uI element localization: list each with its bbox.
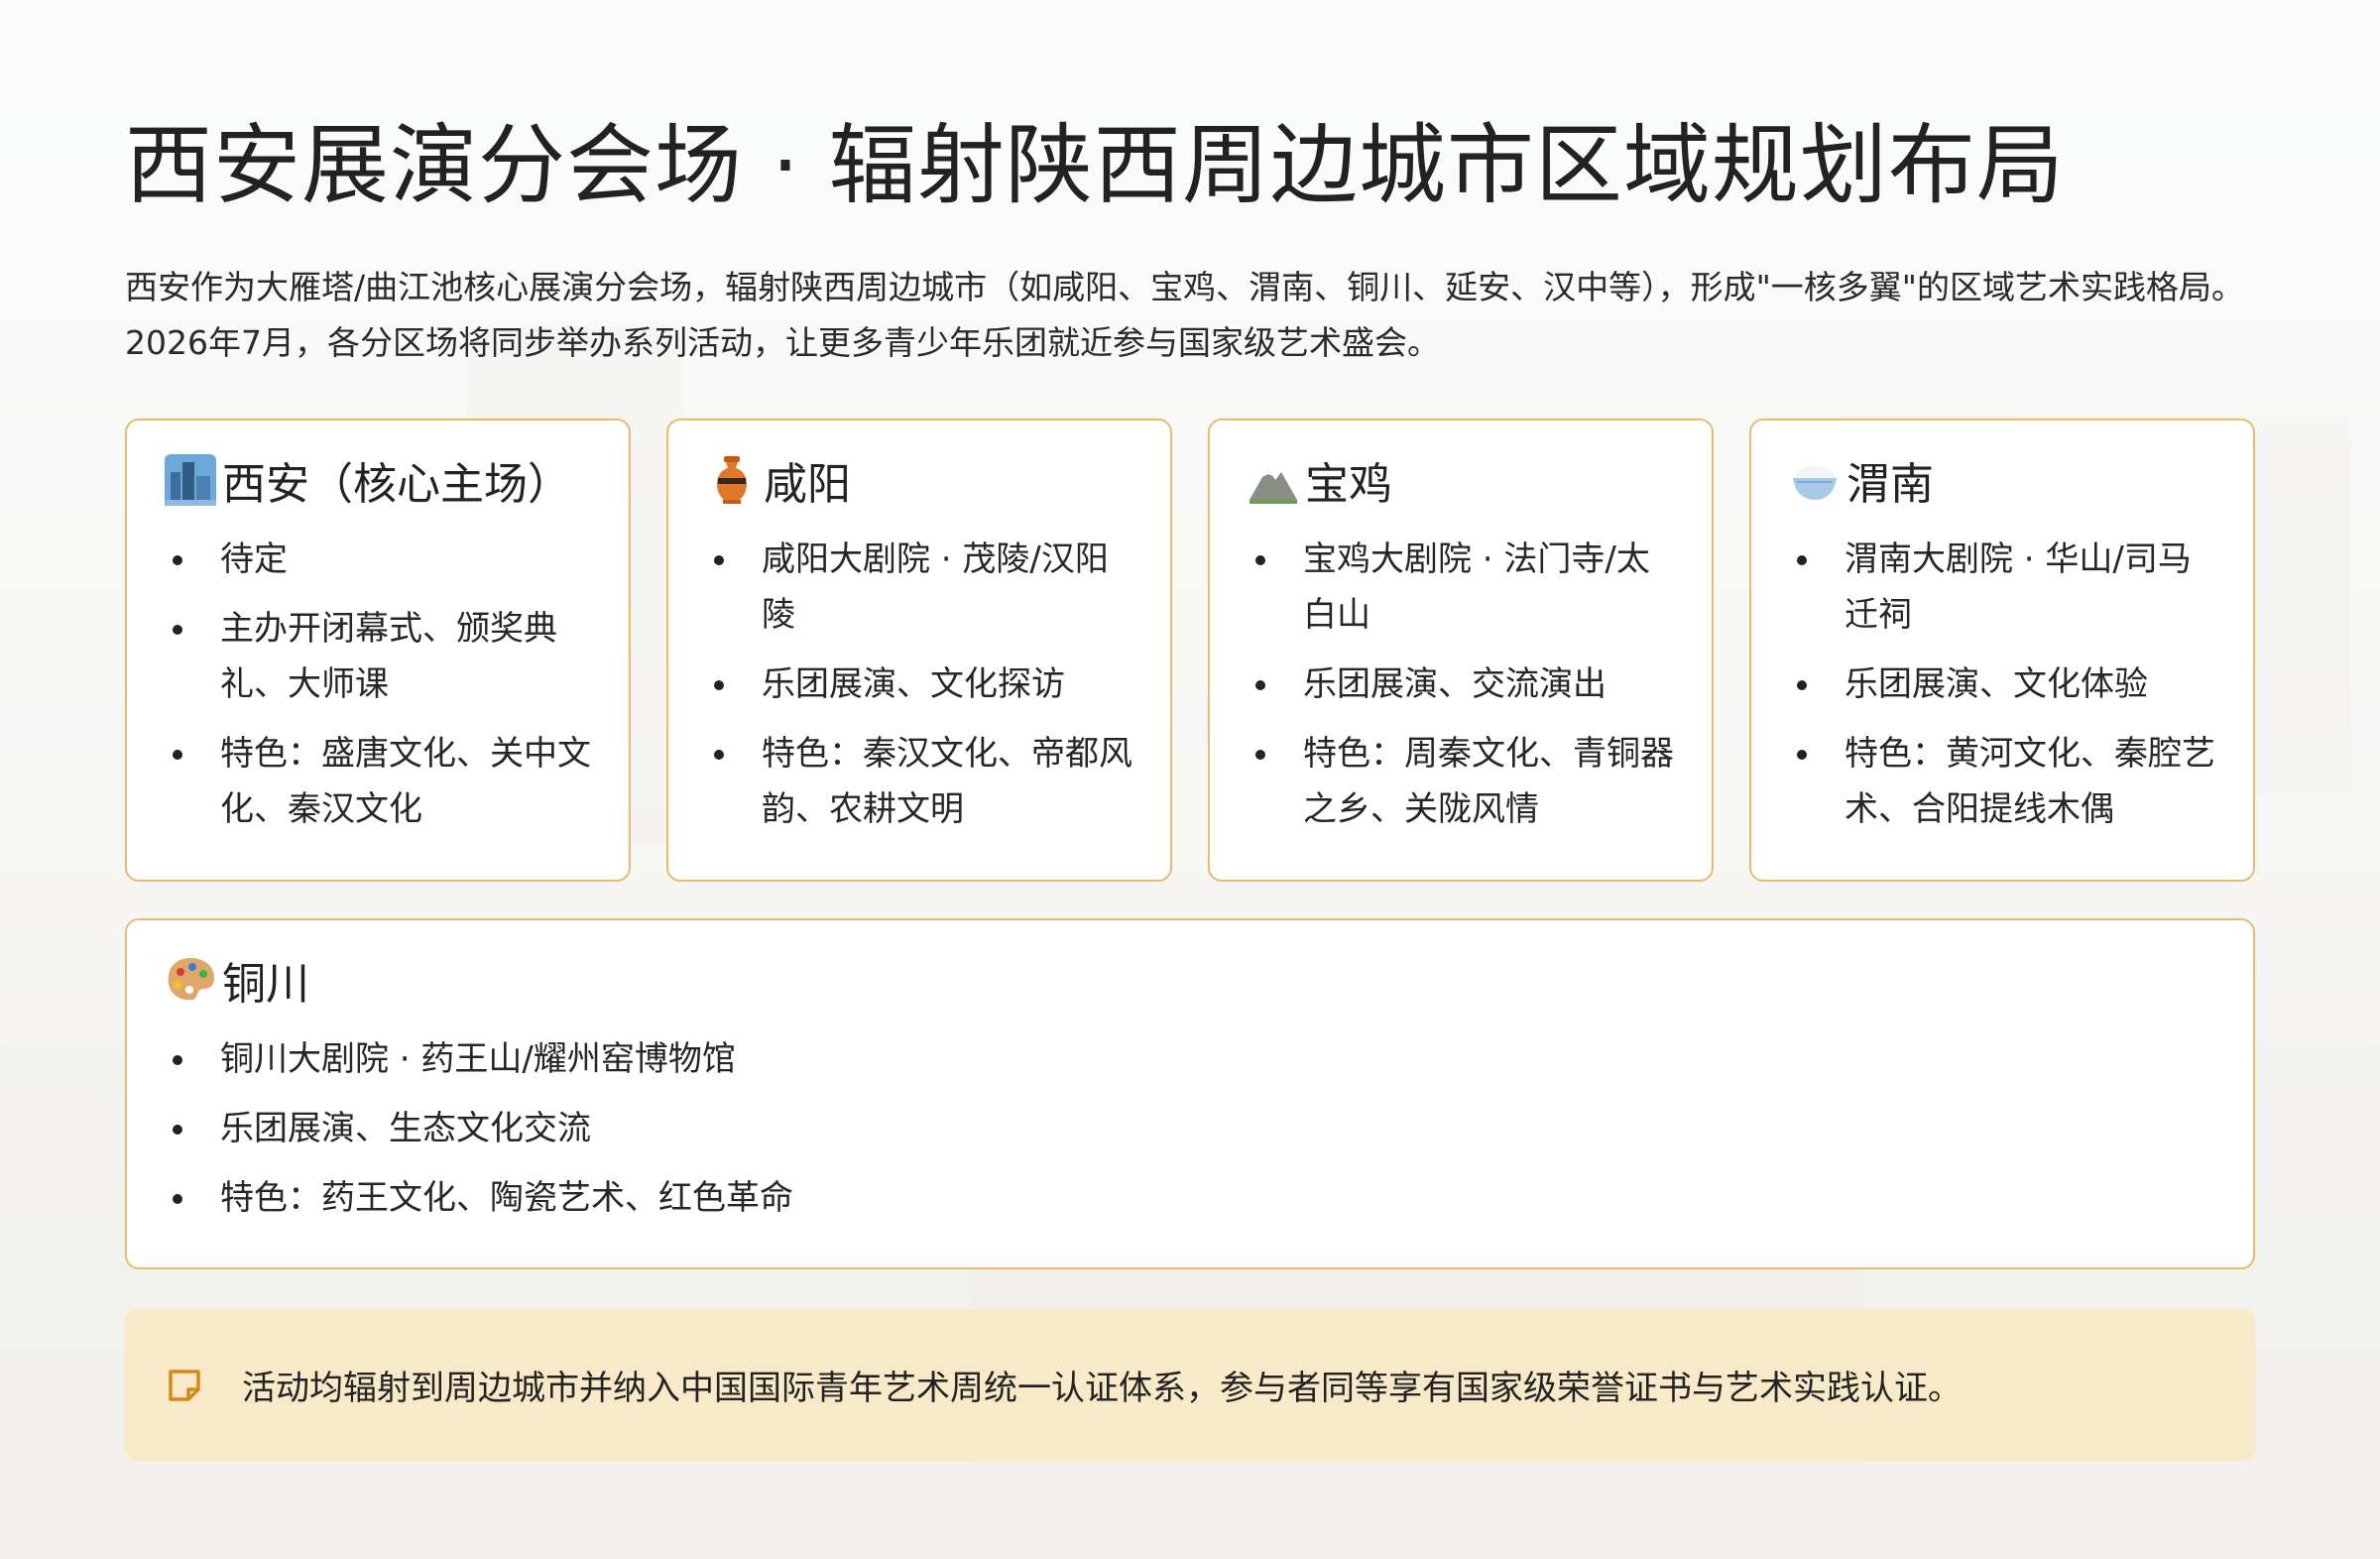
palette-icon bbox=[163, 952, 218, 1008]
list-item: 铜川大剧院 · 药王山/耀州窑博物馆 bbox=[163, 1031, 2217, 1087]
list-item: 乐团展演、文化探访 bbox=[704, 657, 1134, 712]
list-item: 渭南大剧院 · 华山/司马迁祠 bbox=[1787, 532, 2217, 643]
card-header: 渭南 bbox=[1787, 450, 2217, 510]
card-header: 宝鸡 bbox=[1246, 450, 1676, 510]
city-card-tongchuan: 铜川 铜川大剧院 · 药王山/耀州窑博物馆 乐团展演、生态文化交流 特色：药王文… bbox=[125, 918, 2255, 1269]
amphora-icon bbox=[704, 452, 760, 508]
card-list: 铜川大剧院 · 药王山/耀州窑博物馆 乐团展演、生态文化交流 特色：药王文化、陶… bbox=[163, 1031, 2217, 1226]
list-item: 咸阳大剧院 · 茂陵/汉阳陵 bbox=[704, 532, 1134, 643]
card-list: 渭南大剧院 · 华山/司马迁祠 乐团展演、文化体验 特色：黄河文化、秦腔艺术、合… bbox=[1787, 532, 2217, 837]
card-title: 宝鸡 bbox=[1305, 459, 1392, 510]
card-header: 西安（核心主场） bbox=[163, 450, 593, 510]
list-item: 特色：秦汉文化、帝都风韵、农耕文明 bbox=[704, 726, 1134, 837]
mountain-icon bbox=[1246, 452, 1301, 508]
card-header: 咸阳 bbox=[704, 450, 1134, 510]
list-item: 乐团展演、生态文化交流 bbox=[163, 1101, 2217, 1156]
page-title: 西安展演分会场 · 辐射陕西周边城市区域规划布局 bbox=[125, 114, 2065, 216]
list-item: 特色：盛唐文化、关中文化、秦汉文化 bbox=[163, 726, 593, 837]
list-item: 特色：药王文化、陶瓷艺术、红色革命 bbox=[163, 1170, 2217, 1226]
memo-icon bbox=[165, 1366, 204, 1405]
city-card-xianyang: 咸阳 咸阳大剧院 · 茂陵/汉阳陵 乐团展演、文化探访 特色：秦汉文化、帝都风韵… bbox=[666, 419, 1172, 882]
list-item: 特色：周秦文化、青铜器之乡、关陇风情 bbox=[1246, 726, 1676, 837]
cityscape-icon bbox=[163, 452, 218, 508]
card-list: 咸阳大剧院 · 茂陵/汉阳陵 乐团展演、文化探访 特色：秦汉文化、帝都风韵、农耕… bbox=[704, 532, 1134, 837]
card-title: 咸阳 bbox=[764, 459, 851, 510]
card-title: 西安（核心主场） bbox=[222, 459, 571, 510]
city-card-weinan: 渭南 渭南大剧院 · 华山/司马迁祠 乐团展演、文化体验 特色：黄河文化、秦腔艺… bbox=[1749, 419, 2255, 882]
card-list: 宝鸡大剧院 · 法门寺/太白山 乐团展演、交流演出 特色：周秦文化、青铜器之乡、… bbox=[1246, 532, 1676, 837]
card-header: 铜川 bbox=[163, 950, 2217, 1010]
note-callout: 活动均辐射到周边城市并纳入中国国际青年艺术周统一认证体系，参与者同等享有国家级荣… bbox=[125, 1309, 2255, 1461]
city-card-baoji: 宝鸡 宝鸡大剧院 · 法门寺/太白山 乐团展演、交流演出 特色：周秦文化、青铜器… bbox=[1208, 419, 1714, 882]
rice-bowl-icon bbox=[1787, 452, 1843, 508]
note-text: 活动均辐射到周边城市并纳入中国国际青年艺术周统一认证体系，参与者同等享有国家级荣… bbox=[242, 1369, 1962, 1408]
card-list: 待定 主办开闭幕式、颁奖典礼、大师课 特色：盛唐文化、关中文化、秦汉文化 bbox=[163, 532, 593, 837]
card-title: 渭南 bbox=[1846, 459, 1934, 510]
list-item: 主办开闭幕式、颁奖典礼、大师课 bbox=[163, 601, 593, 712]
list-item: 特色：黄河文化、秦腔艺术、合阳提线木偶 bbox=[1787, 726, 2217, 837]
city-card-xian: 西安（核心主场） 待定 主办开闭幕式、颁奖典礼、大师课 特色：盛唐文化、关中文化… bbox=[125, 419, 631, 882]
intro-paragraph: 西安作为大雁塔/曲江池核心展演分会场，辐射陕西周边城市（如咸阳、宝鸡、渭南、铜川… bbox=[125, 268, 2244, 362]
list-item: 宝鸡大剧院 · 法门寺/太白山 bbox=[1246, 532, 1676, 643]
list-item: 乐团展演、交流演出 bbox=[1246, 657, 1676, 712]
list-item: 乐团展演、文化体验 bbox=[1787, 657, 2217, 712]
list-item: 待定 bbox=[163, 532, 593, 587]
card-title: 铜川 bbox=[222, 959, 309, 1010]
